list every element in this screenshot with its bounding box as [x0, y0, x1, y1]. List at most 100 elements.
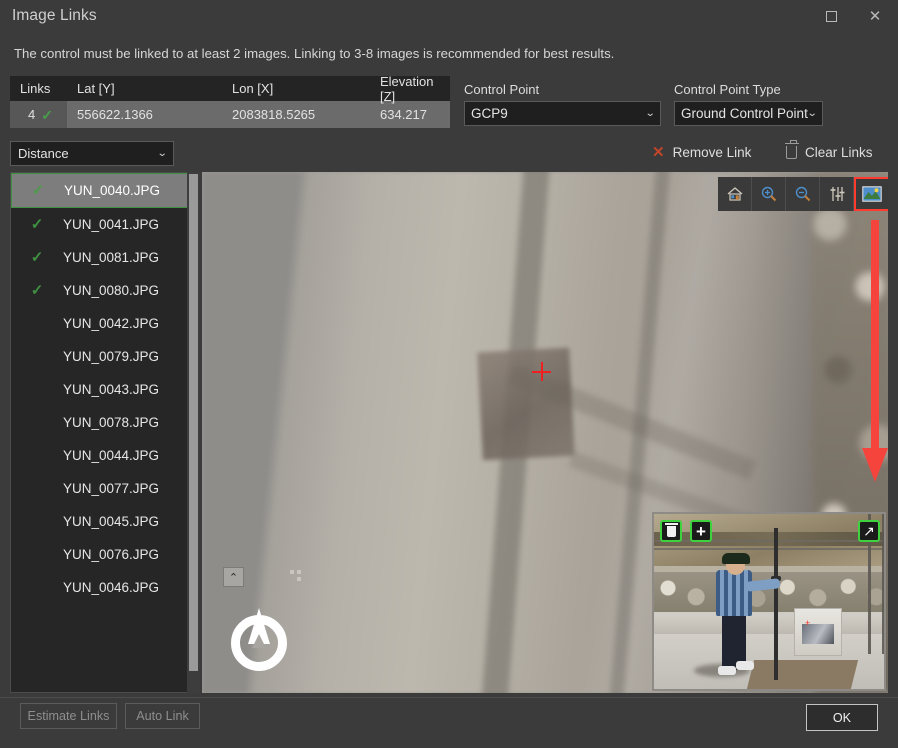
compass-widget[interactable] [228, 606, 294, 672]
control-point-dropdown[interactable]: GCP9 ⌄ [464, 101, 661, 126]
thumbnail-add-button[interactable]: + [690, 520, 712, 542]
list-item[interactable]: ✓ YUN_0041.JPG [11, 208, 199, 241]
control-point-type-dropdown[interactable]: Ground Control Point ⌄ [674, 101, 823, 126]
collapse-panel-button[interactable]: ⌃ [223, 567, 244, 587]
image-links-dialog: Image Links ✕ The control must be linked… [0, 0, 898, 748]
chevron-down-icon: ⌄ [156, 149, 167, 159]
zoom-in-icon[interactable] [752, 177, 786, 211]
home-icon[interactable] [718, 177, 752, 211]
list-item-label: YUN_0045.JPG [63, 514, 199, 529]
photo-concrete-path [654, 618, 886, 634]
column-header-links: Links [10, 81, 67, 96]
links-table: Links Lat [Y] Lon [X] Elevation [Z] 4 ✓ … [10, 76, 450, 128]
list-item-label: YUN_0040.JPG [64, 183, 198, 198]
crosshair-marker[interactable] [532, 362, 551, 381]
photo-vegetation [654, 532, 886, 546]
table-row[interactable]: 4 ✓ 556622.1366 2083818.5265 634.217 [10, 101, 450, 128]
page-title: Image Links [12, 7, 97, 25]
list-item[interactable]: YUN_0077.JPG [11, 472, 199, 505]
image-list-scrollbar[interactable] [187, 172, 200, 693]
chevron-up-icon: ⌃ [229, 571, 238, 584]
column-header-lon: Lon [X] [222, 81, 370, 96]
photo-target-marker: + [805, 619, 810, 628]
photo-person-shoe [718, 666, 736, 675]
list-item-label: YUN_0079.JPG [63, 349, 199, 364]
list-item[interactable]: YUN_0042.JPG [11, 307, 199, 340]
thumbnail-preview-panel[interactable]: + + ↗ [652, 512, 886, 691]
list-item[interactable]: YUN_0043.JPG [11, 373, 199, 406]
clear-links-label: Clear Links [805, 145, 873, 160]
photo-person-shoe [736, 661, 754, 670]
cell-lat: 556622.1366 [67, 107, 222, 122]
list-item[interactable]: YUN_0076.JPG [11, 538, 199, 571]
expand-icon: ↗ [863, 524, 875, 538]
remove-link-label: Remove Link [673, 145, 752, 160]
list-item[interactable]: ✓ YUN_0040.JPG [11, 173, 199, 208]
list-item[interactable]: YUN_0078.JPG [11, 406, 199, 439]
thumbnail-delete-button[interactable] [660, 520, 682, 542]
list-item-label: YUN_0081.JPG [63, 250, 199, 265]
title-bar: Image Links ✕ [0, 0, 898, 34]
control-point-label: Control Point [464, 82, 539, 97]
thumbnail-expand-button[interactable]: ↗ [858, 520, 880, 542]
adjustments-icon[interactable] [820, 177, 854, 211]
close-icon: ✕ [869, 9, 882, 24]
control-point-value: GCP9 [471, 106, 646, 121]
photo-fence-post [882, 514, 885, 654]
column-header-elevation: Elevation [Z] [370, 74, 450, 104]
maximize-button[interactable] [808, 0, 854, 32]
list-item[interactable]: YUN_0045.JPG [11, 505, 199, 538]
list-item[interactable]: YUN_0044.JPG [11, 439, 199, 472]
clear-links-button[interactable]: Clear Links [786, 141, 873, 163]
footer-divider [0, 697, 898, 698]
distance-dropdown-value: Distance [18, 146, 158, 161]
close-button[interactable]: ✕ [852, 0, 898, 32]
linked-check-icon: ✓ [11, 283, 63, 298]
scrollbar-thumb[interactable] [189, 174, 198, 671]
list-item-label: YUN_0080.JPG [63, 283, 199, 298]
control-point-type-label: Control Point Type [674, 82, 781, 97]
list-item-label: YUN_0041.JPG [63, 217, 199, 232]
photo-fence-line [654, 548, 886, 550]
compass-needle-notch [252, 634, 266, 648]
list-item-label: YUN_0042.JPG [63, 316, 199, 331]
cell-elevation: 634.217 [370, 107, 450, 122]
arrow-shaft [871, 220, 879, 450]
trash-icon [786, 146, 797, 159]
table-header-row: Links Lat [Y] Lon [X] Elevation [Z] [10, 76, 450, 101]
viewer-toolbar [718, 177, 888, 211]
photo-manhole-cover [746, 660, 858, 691]
chevron-down-icon: ⌄ [806, 109, 817, 119]
list-item-label: YUN_0077.JPG [63, 481, 199, 496]
control-point-type-value: Ground Control Point [681, 106, 808, 121]
cell-links-count: 4 ✓ [10, 101, 67, 128]
column-header-lat: Lat [Y] [67, 81, 222, 96]
photo-survey-pole [774, 528, 778, 680]
photo-person-cap [722, 553, 750, 564]
photo-rock-wall [654, 572, 886, 612]
cell-lon: 2083818.5265 [222, 107, 370, 122]
chevron-down-icon: ⌄ [644, 109, 655, 119]
list-item-label: YUN_0043.JPG [63, 382, 199, 397]
linked-check-icon: ✓ [11, 217, 63, 232]
estimate-links-button[interactable]: Estimate Links [20, 703, 117, 729]
image-list[interactable]: ✓ YUN_0040.JPG ✓ YUN_0041.JPG ✓ YUN_0081… [10, 172, 200, 693]
remove-link-button[interactable]: ✕ Remove Link [652, 141, 751, 163]
grid-dots-icon[interactable] [290, 570, 302, 582]
list-item[interactable]: YUN_0046.JPG [11, 571, 199, 604]
links-count-value: 4 [28, 107, 35, 122]
auto-link-button[interactable]: Auto Link [125, 703, 200, 729]
list-item[interactable]: ✓ YUN_0081.JPG [11, 241, 199, 274]
remove-x-icon: ✕ [652, 145, 665, 160]
linked-check-icon: ✓ [11, 250, 63, 265]
ok-button[interactable]: OK [806, 704, 878, 731]
distance-dropdown[interactable]: Distance ⌄ [10, 141, 174, 166]
thumbnail-photo: + [654, 514, 884, 689]
list-item-label: YUN_0046.JPG [63, 580, 199, 595]
list-item[interactable]: ✓ YUN_0080.JPG [11, 274, 199, 307]
image-icon[interactable] [854, 177, 888, 211]
red-down-arrow-annotation [862, 220, 888, 482]
zoom-out-icon[interactable] [786, 177, 820, 211]
list-item[interactable]: YUN_0079.JPG [11, 340, 199, 373]
description-text: The control must be linked to at least 2… [14, 46, 614, 61]
